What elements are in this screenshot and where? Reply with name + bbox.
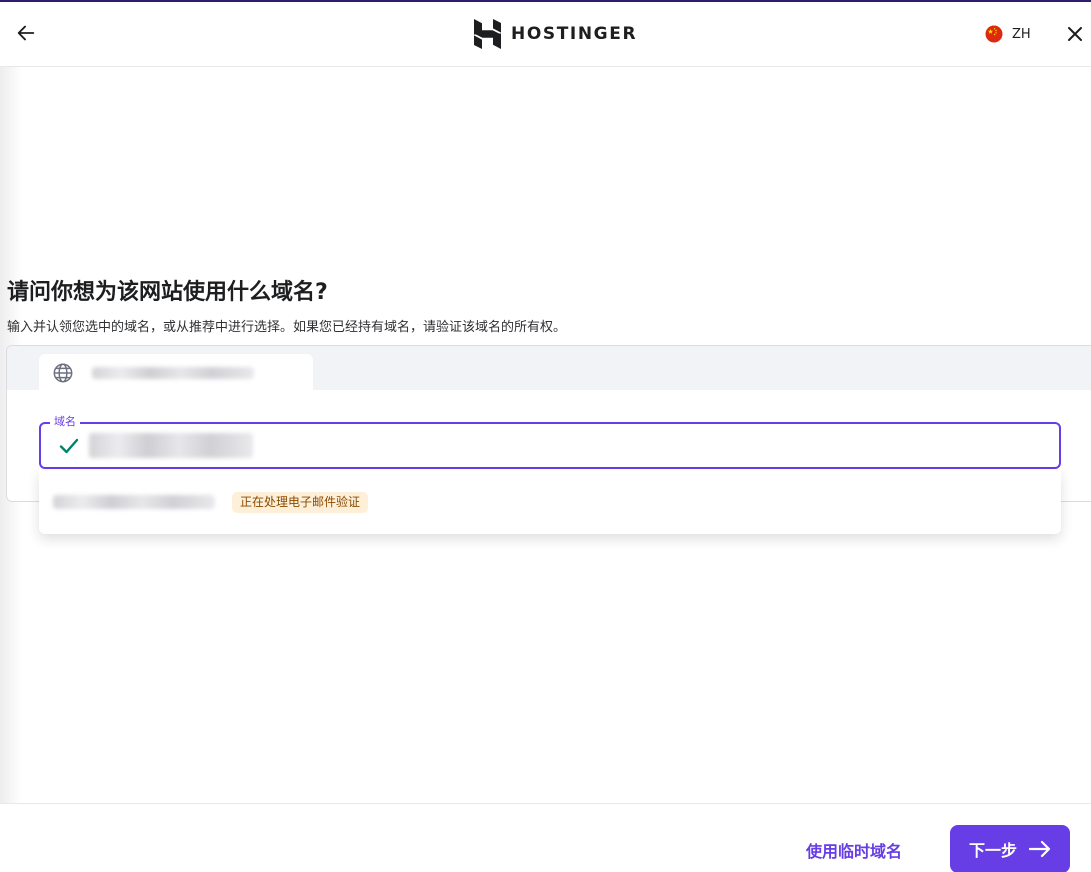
arrow-left-icon xyxy=(17,25,35,41)
next-button-label: 下一步 xyxy=(968,841,1017,860)
brand-name: HOSTINGER xyxy=(511,24,638,44)
domain-field-label: 域名 xyxy=(50,414,80,430)
onboarding-page: HOSTINGER ZH 请问你想为该网站使用什么域名? 输入并认领您选中的域名… xyxy=(0,0,1091,872)
page-subtitle: 输入并认领您选中的域名，或从推荐中进行选择。如果您已经持有域名，请验证该域名的所… xyxy=(7,320,567,335)
language-code: ZH xyxy=(1012,26,1031,42)
suggestion-domain: xxxxxxxxxxxxxxxxxxxx xyxy=(53,495,215,509)
globe-icon xyxy=(53,363,73,382)
hostinger-mark-icon xyxy=(474,19,501,49)
china-flag-icon xyxy=(985,25,1003,43)
language-selector[interactable]: ZH xyxy=(985,24,1031,44)
check-icon xyxy=(59,438,79,454)
domain-suggestions-dropdown: xxxxxxxxxxxxxxxxxxxx 正在处理电子邮件验证 xyxy=(39,470,1061,534)
domain-field: 域名 xyxy=(39,414,1061,469)
status-badge: 正在处理电子邮件验证 xyxy=(232,491,369,513)
suggestion-item[interactable]: xxxxxxxxxxxxxxxxxxxx 正在处理电子邮件验证 xyxy=(39,470,1061,534)
header: HOSTINGER ZH xyxy=(0,2,1091,67)
close-button[interactable] xyxy=(1064,23,1086,45)
use-temporary-domain-link[interactable]: 使用临时域名 xyxy=(806,838,902,862)
domain-tab[interactable]: xxxxxxxxxxxxxxxxxxxx xyxy=(39,354,313,391)
back-button[interactable] xyxy=(12,19,40,47)
hostinger-logo: HOSTINGER xyxy=(474,19,637,49)
page-title: 请问你想为该网站使用什么域名? xyxy=(7,280,328,305)
domain-tab-label: xxxxxxxxxxxxxxxxxxxx xyxy=(92,366,254,379)
domain-input[interactable] xyxy=(89,433,253,458)
arrow-right-icon xyxy=(1029,840,1051,858)
footer: 使用临时域名 下一步 xyxy=(0,803,1091,872)
close-icon xyxy=(1068,27,1082,41)
next-button[interactable]: 下一步 xyxy=(950,825,1070,872)
